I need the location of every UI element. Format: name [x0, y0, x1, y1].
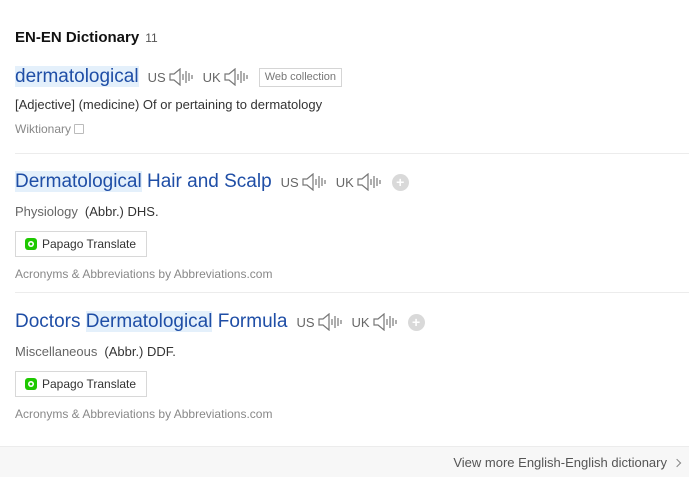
pron-uk-label: UK — [351, 314, 370, 330]
speaker-icon[interactable] — [317, 313, 343, 331]
speaker-icon[interactable] — [223, 68, 249, 86]
papago-label[interactable]: Papago Translate — [42, 377, 136, 391]
papago-label[interactable]: Papago Translate — [42, 237, 136, 251]
result-count: 11 — [145, 31, 158, 45]
pron-us-label: US — [296, 314, 315, 330]
pron-uk-label: UK — [335, 174, 354, 190]
plus-icon[interactable]: + — [407, 313, 425, 331]
word-highlight[interactable]: Dermatological — [15, 171, 142, 192]
view-more-label[interactable]: View more English-English dictionary — [453, 455, 667, 470]
papago-translate-button[interactable]: Papago Translate — [15, 371, 148, 397]
pron-uk-label: UK — [202, 69, 221, 85]
entry-source[interactable]: Wiktionary — [15, 122, 689, 136]
footer-bar: View more English-English dictionary — [0, 446, 689, 477]
entry-definition: [Adjective] (medicine) Of or pertaining … — [15, 97, 323, 112]
papago-icon — [25, 238, 37, 250]
web-collection-button[interactable]: Web collection — [258, 67, 343, 87]
pron-uk[interactable]: UK — [203, 68, 249, 86]
speaker-icon[interactable] — [372, 313, 398, 331]
pron-us[interactable]: US — [281, 173, 327, 191]
dictionary-entry: Doctors Dermatological Formula US UK + M… — [15, 310, 689, 421]
entry-source[interactable]: Acronyms & Abbreviations by Abbreviation… — [15, 267, 689, 281]
speaker-icon[interactable] — [168, 68, 194, 86]
source-label[interactable]: Acronyms & Abbreviations by Abbreviation… — [15, 407, 272, 421]
speaker-icon[interactable] — [356, 173, 382, 191]
entry-abbreviation: (Abbr.) DDF. — [104, 344, 176, 359]
word-highlight[interactable]: Dermatological — [85, 311, 213, 332]
pron-us[interactable]: US — [296, 313, 342, 331]
entry-word[interactable]: dermatological — [15, 66, 139, 88]
entry-source[interactable]: Acronyms & Abbreviations by Abbreviation… — [15, 407, 689, 421]
source-label[interactable]: Wiktionary — [15, 122, 71, 136]
papago-translate-button[interactable]: Papago Translate — [15, 231, 148, 257]
word-rest[interactable]: Hair and Scalp — [142, 171, 272, 192]
pron-uk[interactable]: UK — [336, 173, 382, 191]
entry-category: Physiology — [15, 204, 78, 219]
pron-us[interactable]: US — [148, 68, 194, 86]
section-header: EN-EN Dictionary 11 — [15, 29, 158, 46]
word-highlight[interactable]: dermatological — [15, 66, 139, 87]
source-label[interactable]: Acronyms & Abbreviations by Abbreviation… — [15, 267, 272, 281]
section-title: EN-EN Dictionary — [15, 29, 140, 46]
pron-uk[interactable]: UK — [352, 313, 398, 331]
entry-category: Miscellaneous — [15, 344, 98, 359]
copy-icon[interactable] — [74, 124, 85, 134]
word-rest[interactable]: Doctors — [15, 311, 86, 332]
dictionary-entry: dermatological US UK Web collection [Adj… — [15, 65, 689, 136]
word-rest[interactable]: Formula — [212, 311, 288, 332]
entry-word[interactable]: Doctors Dermatological Formula — [15, 311, 287, 333]
pron-us-label: US — [280, 174, 299, 190]
papago-icon — [25, 378, 37, 390]
chevron-right-icon[interactable] — [672, 458, 682, 467]
entry-abbreviation: (Abbr.) DHS. — [84, 204, 159, 219]
entry-word[interactable]: Dermatological Hair and Scalp — [15, 171, 272, 193]
divider — [15, 292, 689, 293]
dictionary-entry: Dermatological Hair and Scalp US UK + Ph… — [15, 170, 689, 281]
plus-icon[interactable]: + — [391, 173, 409, 191]
speaker-icon[interactable] — [301, 173, 327, 191]
view-more-link[interactable]: View more English-English dictionary — [453, 455, 682, 470]
pron-us-label: US — [147, 69, 166, 85]
divider — [15, 153, 689, 154]
